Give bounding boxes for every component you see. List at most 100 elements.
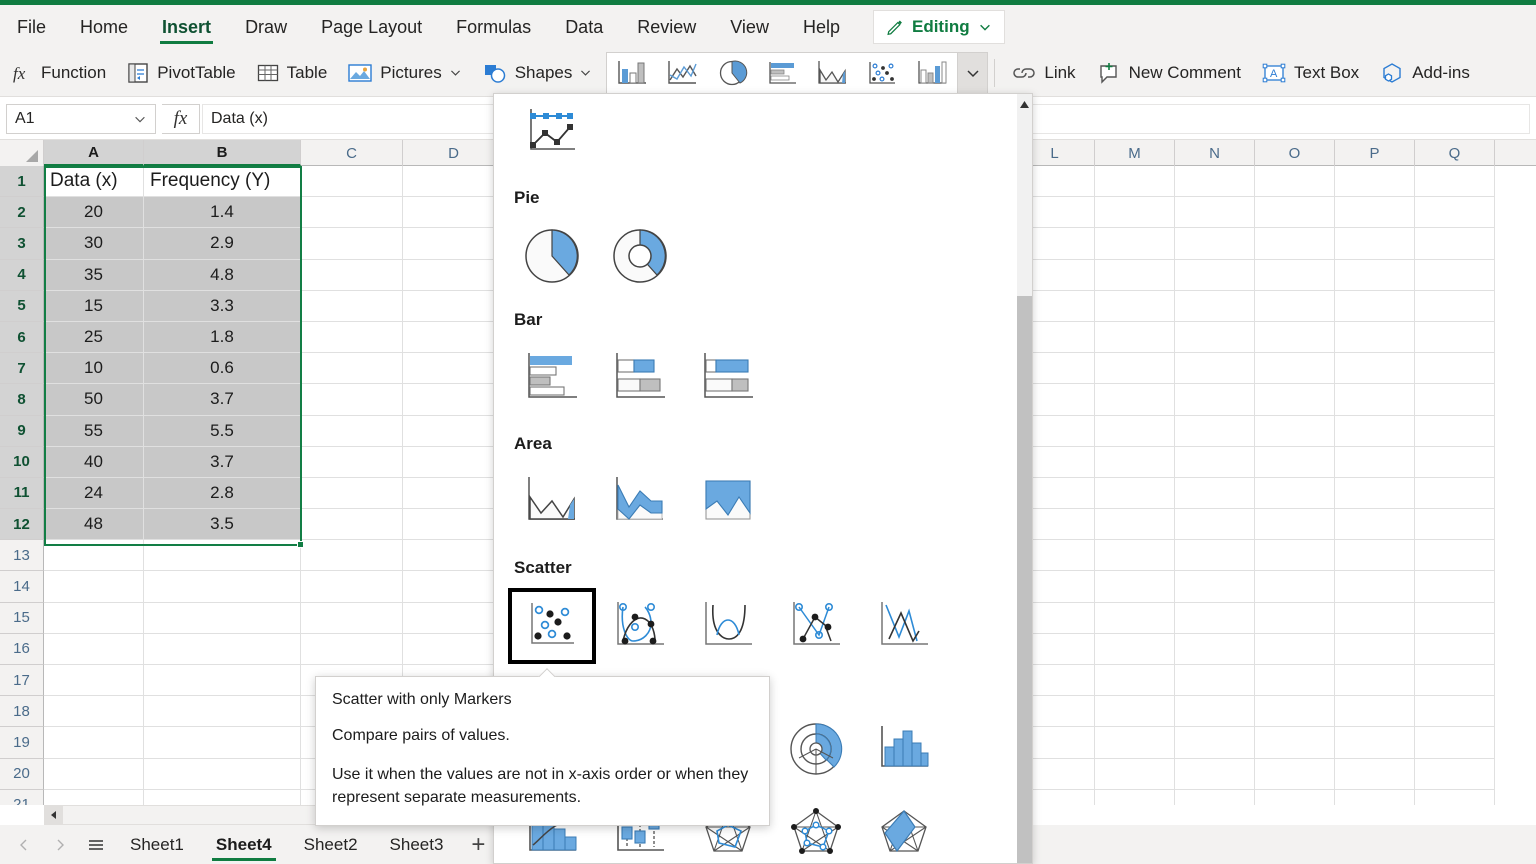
cell-Q6[interactable] [1415, 321, 1495, 354]
cell-A13[interactable] [44, 540, 144, 572]
cell-N20[interactable] [1175, 758, 1255, 790]
cell-P1[interactable] [1335, 166, 1415, 198]
cell-C2[interactable] [301, 197, 403, 229]
cell-O12[interactable] [1255, 509, 1335, 541]
tab-page-layout[interactable]: Page Layout [304, 5, 439, 49]
row-header-5[interactable]: 5 [0, 290, 44, 322]
cell-O9[interactable] [1255, 415, 1335, 447]
table-button[interactable]: Table [246, 53, 338, 93]
insert-function-button[interactable]: fx [162, 103, 200, 134]
cell-M11[interactable] [1095, 477, 1175, 510]
cell-M5[interactable] [1095, 290, 1175, 322]
cell-P16[interactable] [1335, 633, 1415, 665]
scatter-smooth-markers-chart-icon[interactable] [596, 588, 684, 664]
cell-B4[interactable]: 4.8 [144, 259, 301, 291]
cell-M7[interactable] [1095, 353, 1175, 385]
cell-O19[interactable] [1255, 727, 1335, 759]
cell-Q8[interactable] [1415, 384, 1495, 416]
column-header-b[interactable]: B [144, 140, 301, 166]
row-header-21[interactable]: 21 [0, 789, 44, 805]
row-header-11[interactable]: 11 [0, 477, 44, 510]
next-sheet-button[interactable] [44, 829, 76, 861]
doughnut-chart-icon[interactable] [596, 218, 684, 294]
cell-D15[interactable] [403, 602, 505, 634]
column-header-m[interactable]: M [1095, 140, 1175, 166]
cell-N17[interactable] [1175, 665, 1255, 697]
cell-P5[interactable] [1335, 290, 1415, 322]
cell-M17[interactable] [1095, 665, 1175, 697]
row-header-9[interactable]: 9 [0, 415, 44, 447]
editing-mode-button[interactable]: Editing [872, 10, 1005, 44]
scroll-left-button[interactable] [45, 806, 63, 824]
cell-A19[interactable] [44, 727, 144, 759]
cell-D13[interactable] [403, 540, 505, 572]
cell-N7[interactable] [1175, 353, 1255, 385]
cell-O13[interactable] [1255, 540, 1335, 572]
cell-D8[interactable] [403, 384, 505, 416]
cell-B14[interactable] [144, 571, 301, 603]
sheet-tab-sheet2[interactable]: Sheet2 [290, 825, 372, 864]
cell-B10[interactable]: 3.7 [144, 446, 301, 478]
cell-P13[interactable] [1335, 540, 1415, 572]
cell-Q4[interactable] [1415, 259, 1495, 291]
cell-O16[interactable] [1255, 633, 1335, 665]
tab-review[interactable]: Review [620, 5, 713, 49]
cell-A2[interactable]: 20 [44, 197, 144, 229]
cell-A4[interactable]: 35 [44, 259, 144, 291]
cell-O10[interactable] [1255, 446, 1335, 478]
previous-sheet-button[interactable] [8, 829, 40, 861]
cell-P18[interactable] [1335, 696, 1415, 728]
cell-A15[interactable] [44, 602, 144, 634]
cell-N5[interactable] [1175, 290, 1255, 322]
cell-P2[interactable] [1335, 197, 1415, 229]
cell-M12[interactable] [1095, 509, 1175, 541]
cell-C8[interactable] [301, 384, 403, 416]
row-header-4[interactable]: 4 [0, 259, 44, 291]
cell-B21[interactable] [144, 789, 301, 805]
row-header-18[interactable]: 18 [0, 696, 44, 728]
cell-O6[interactable] [1255, 321, 1335, 354]
cell-P20[interactable] [1335, 758, 1415, 790]
bar-chart-icon[interactable] [757, 53, 807, 93]
row-header-16[interactable]: 16 [0, 633, 44, 665]
cell-M3[interactable] [1095, 228, 1175, 260]
cell-A17[interactable] [44, 665, 144, 697]
scatter-chart-icon[interactable] [857, 53, 907, 93]
cell-N13[interactable] [1175, 540, 1255, 572]
tab-formulas[interactable]: Formulas [439, 5, 548, 49]
cell-C12[interactable] [301, 509, 403, 541]
cell-A5[interactable]: 15 [44, 290, 144, 322]
cell-M4[interactable] [1095, 259, 1175, 291]
cell-C15[interactable] [301, 602, 403, 634]
combo-chart-icon[interactable] [907, 53, 957, 93]
cell-P4[interactable] [1335, 259, 1415, 291]
cell-Q12[interactable] [1415, 509, 1495, 541]
cell-C10[interactable] [301, 446, 403, 478]
cell-O11[interactable] [1255, 477, 1335, 510]
cell-Q20[interactable] [1415, 758, 1495, 790]
gallery-scrollbar[interactable] [1017, 94, 1032, 863]
stacked-area-chart-icon[interactable] [596, 464, 684, 540]
cell-N14[interactable] [1175, 571, 1255, 603]
cell-C1[interactable] [301, 166, 403, 198]
scatter-smooth-lines-chart-icon[interactable] [684, 588, 772, 664]
cell-C11[interactable] [301, 477, 403, 510]
cell-N3[interactable] [1175, 228, 1255, 260]
cell-M6[interactable] [1095, 321, 1175, 354]
row-header-12[interactable]: 12 [0, 509, 44, 541]
cell-O2[interactable] [1255, 197, 1335, 229]
row-header-15[interactable]: 15 [0, 602, 44, 634]
line-with-markers-chart-icon[interactable] [508, 96, 596, 172]
cell-B3[interactable]: 2.9 [144, 228, 301, 260]
clustered-bar-chart-icon[interactable] [508, 340, 596, 416]
cell-D2[interactable] [403, 197, 505, 229]
sheet-tab-sheet1[interactable]: Sheet1 [116, 825, 198, 864]
cell-M2[interactable] [1095, 197, 1175, 229]
cell-D11[interactable] [403, 477, 505, 510]
scatter-straight-markers-chart-icon[interactable] [772, 588, 860, 664]
cell-B6[interactable]: 1.8 [144, 321, 301, 354]
pie-chart-icon[interactable] [707, 53, 757, 93]
cell-A16[interactable] [44, 633, 144, 665]
radar-filled-chart-icon[interactable] [860, 796, 948, 863]
column-header-c[interactable]: C [301, 140, 403, 166]
